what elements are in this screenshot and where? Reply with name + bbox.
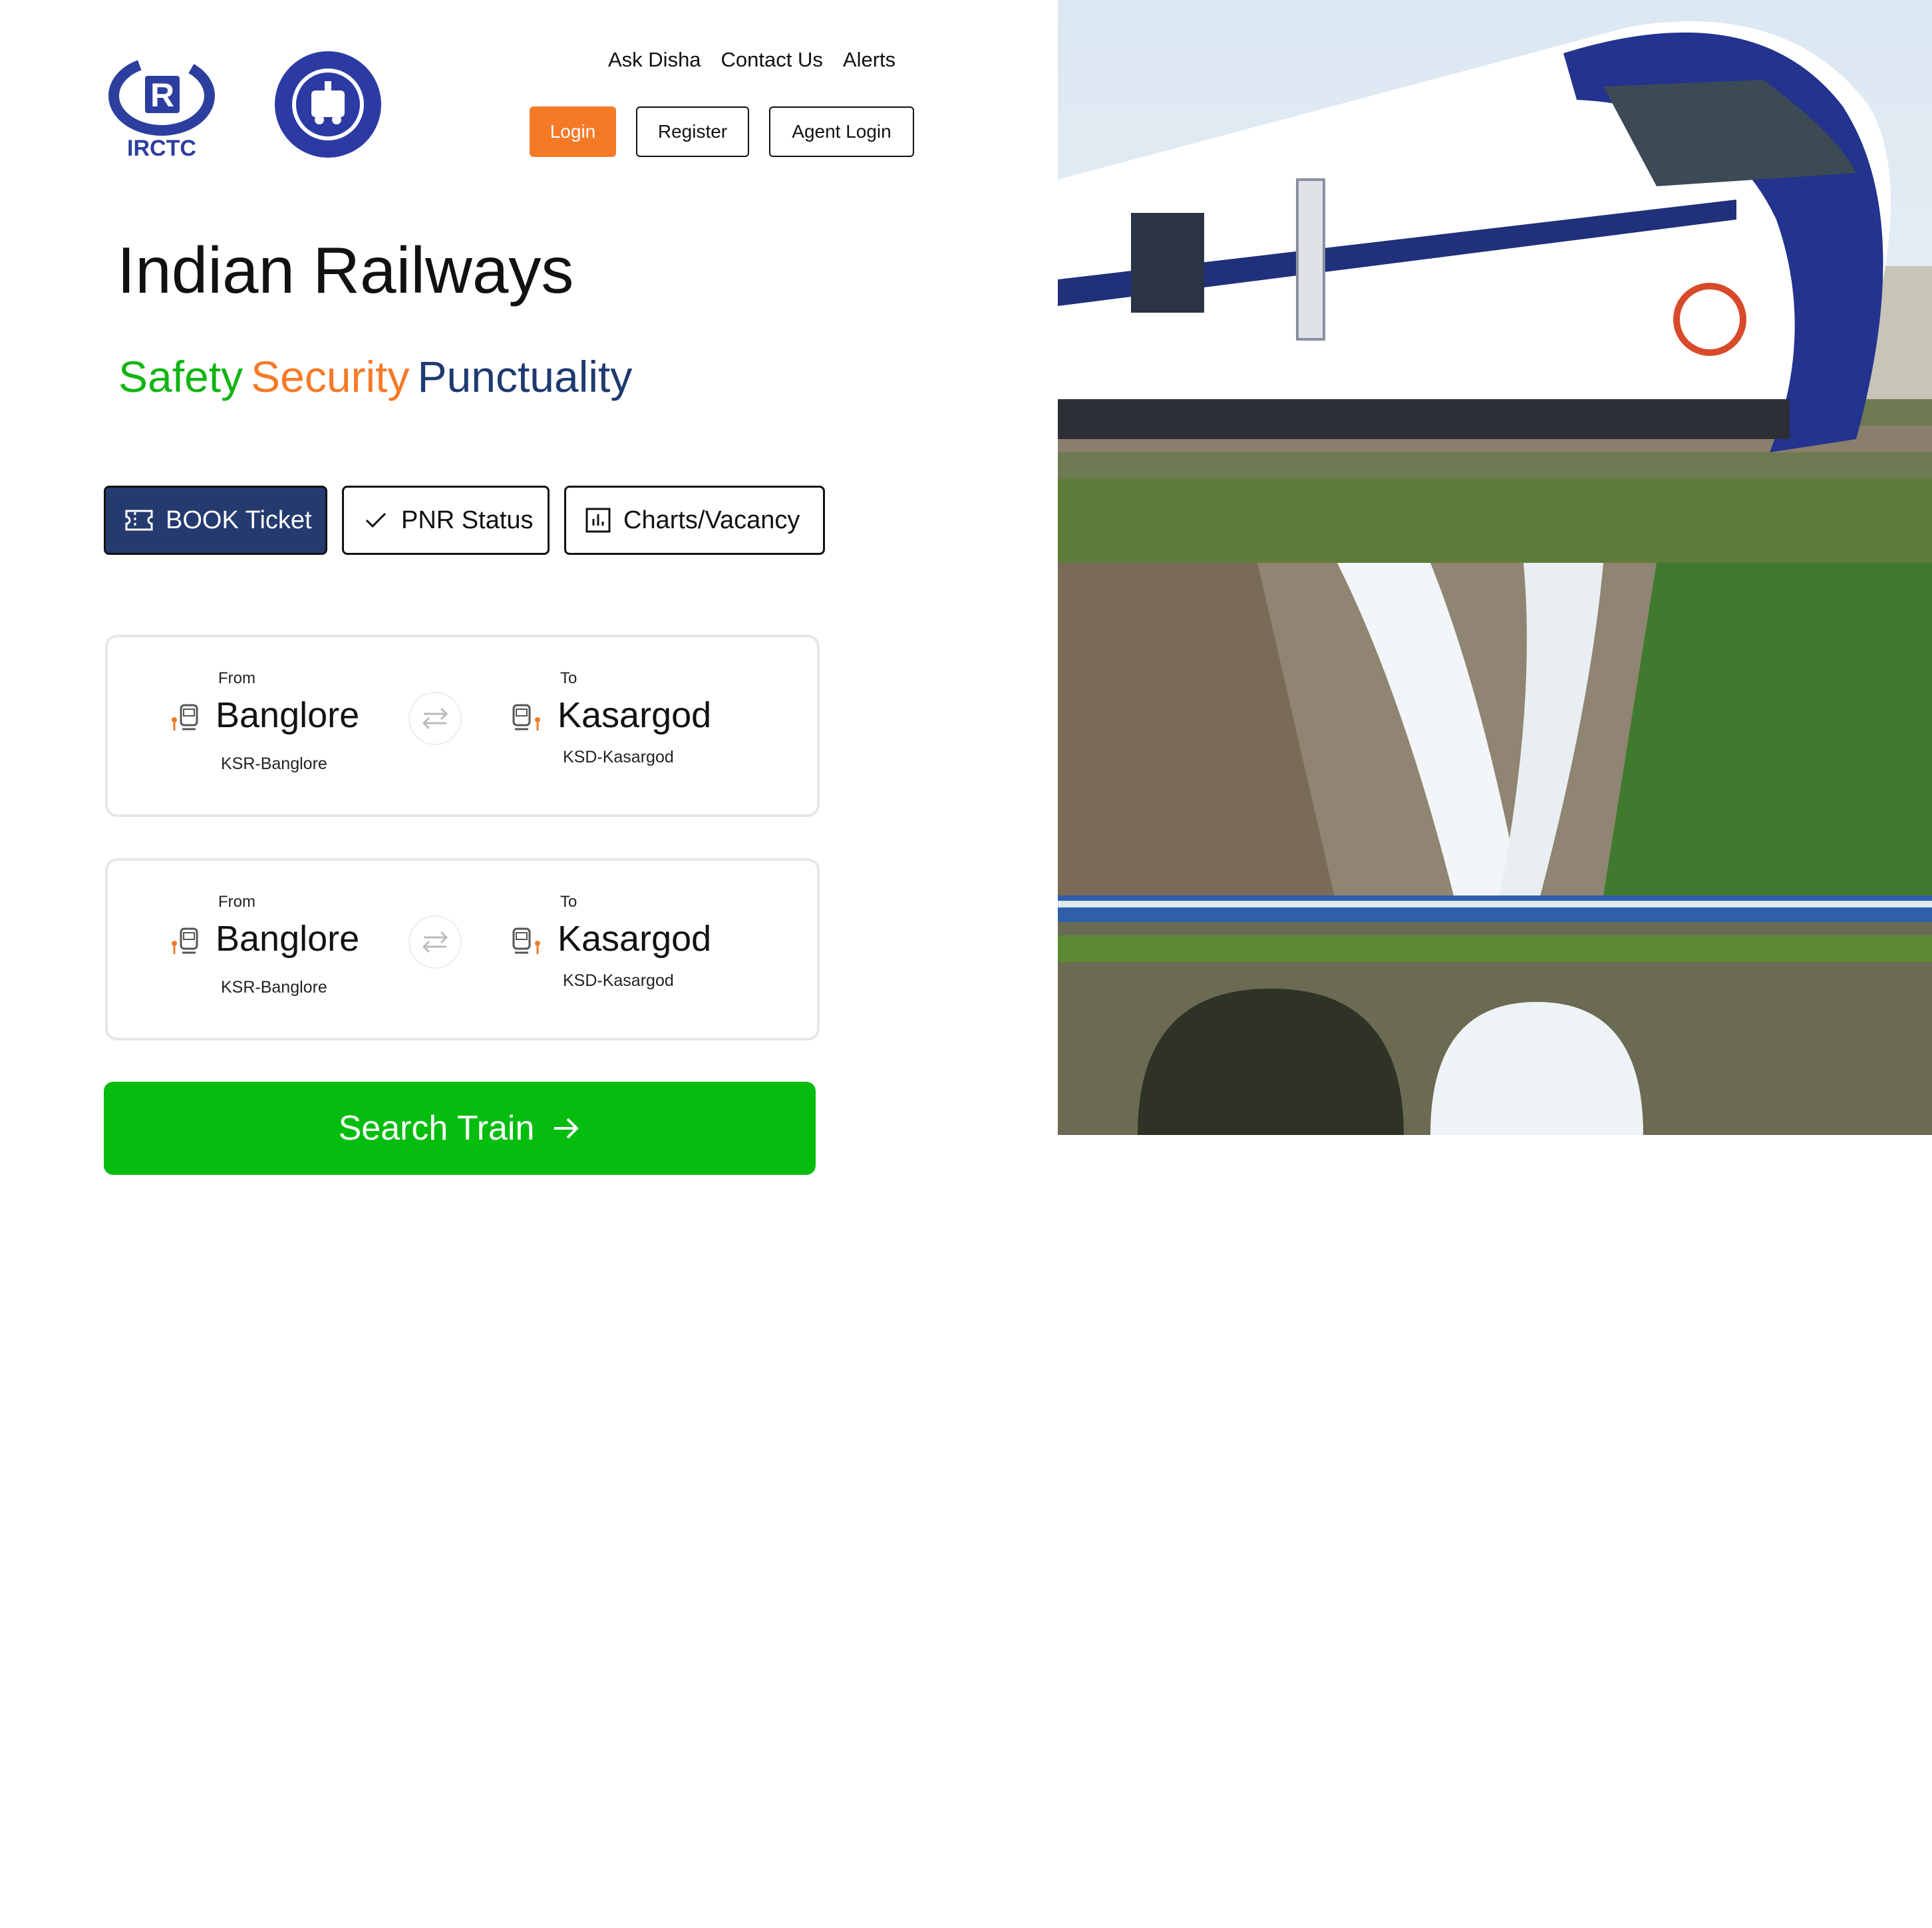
swap-icon	[422, 707, 448, 730]
from-city[interactable]: Banglore	[216, 918, 359, 959]
search-train-button[interactable]: Search Train	[104, 1082, 816, 1175]
tagline-safety: Safety	[118, 352, 243, 401]
to-label: To	[560, 893, 577, 911]
to-code: KSD-Kasargod	[563, 748, 674, 766]
register-button[interactable]: Register	[636, 106, 749, 157]
tagline-security: Security	[251, 352, 410, 401]
to-city[interactable]: Kasargod	[558, 918, 711, 959]
from-city[interactable]: Banglore	[216, 695, 359, 736]
tagline-punctuality: Punctuality	[417, 352, 633, 401]
journey-card: From Banglore KSR-Banglore To Kasargod K…	[105, 858, 820, 1041]
from-code: KSR-Banglore	[221, 754, 327, 773]
tab-label: Charts/Vacancy	[623, 506, 800, 534]
from-code: KSR-Banglore	[221, 978, 327, 997]
train-station-icon	[510, 703, 543, 736]
to-city[interactable]: Kasargod	[558, 695, 711, 736]
to-code: KSD-Kasargod	[563, 971, 674, 990]
search-train-label: Search Train	[338, 1109, 535, 1148]
from-label: From	[218, 893, 255, 911]
indian-railways-emblem[interactable]	[273, 49, 383, 160]
tagline: Safety Security Punctuality	[118, 351, 640, 402]
tab-pnr-status[interactable]: PNR Status	[342, 486, 550, 555]
svg-text:IRCTC: IRCTC	[127, 136, 196, 161]
ticket-icon	[125, 510, 153, 531]
nav-contact-us[interactable]: Contact Us	[721, 48, 823, 72]
swap-stations-button[interactable]	[408, 915, 462, 969]
tab-charts-vacancy[interactable]: Charts/Vacancy	[564, 486, 825, 555]
nav-ask-disha[interactable]: Ask Disha	[608, 48, 701, 72]
login-button[interactable]: Login	[530, 106, 616, 157]
tab-label: PNR Status	[401, 506, 534, 534]
train-station-icon	[169, 926, 202, 960]
train-station-icon	[169, 703, 202, 736]
top-nav: Ask Disha Contact Us Alerts	[608, 48, 895, 72]
train-station-icon	[510, 926, 543, 960]
waterfall-bridge-image	[1058, 563, 1932, 1135]
agent-login-button[interactable]: Agent Login	[769, 106, 914, 157]
journey-card: From Banglore KSR-Banglore To Kasargod K…	[105, 635, 820, 817]
arrow-right-icon	[554, 1118, 579, 1139]
tab-label: BOOK Ticket	[166, 506, 312, 534]
vande-bharat-train-image	[1058, 0, 1932, 563]
chart-icon	[585, 508, 611, 533]
svg-text:R: R	[150, 77, 174, 114]
swap-icon	[422, 931, 448, 953]
to-label: To	[560, 669, 577, 687]
page-title: Indian Railways	[117, 234, 574, 307]
irctc-logo[interactable]: R IRCTC	[106, 49, 217, 162]
tab-book-ticket[interactable]: BOOK Ticket	[104, 486, 327, 555]
from-label: From	[218, 669, 255, 687]
check-icon	[365, 512, 387, 528]
swap-stations-button[interactable]	[408, 692, 462, 745]
nav-alerts[interactable]: Alerts	[843, 48, 895, 72]
